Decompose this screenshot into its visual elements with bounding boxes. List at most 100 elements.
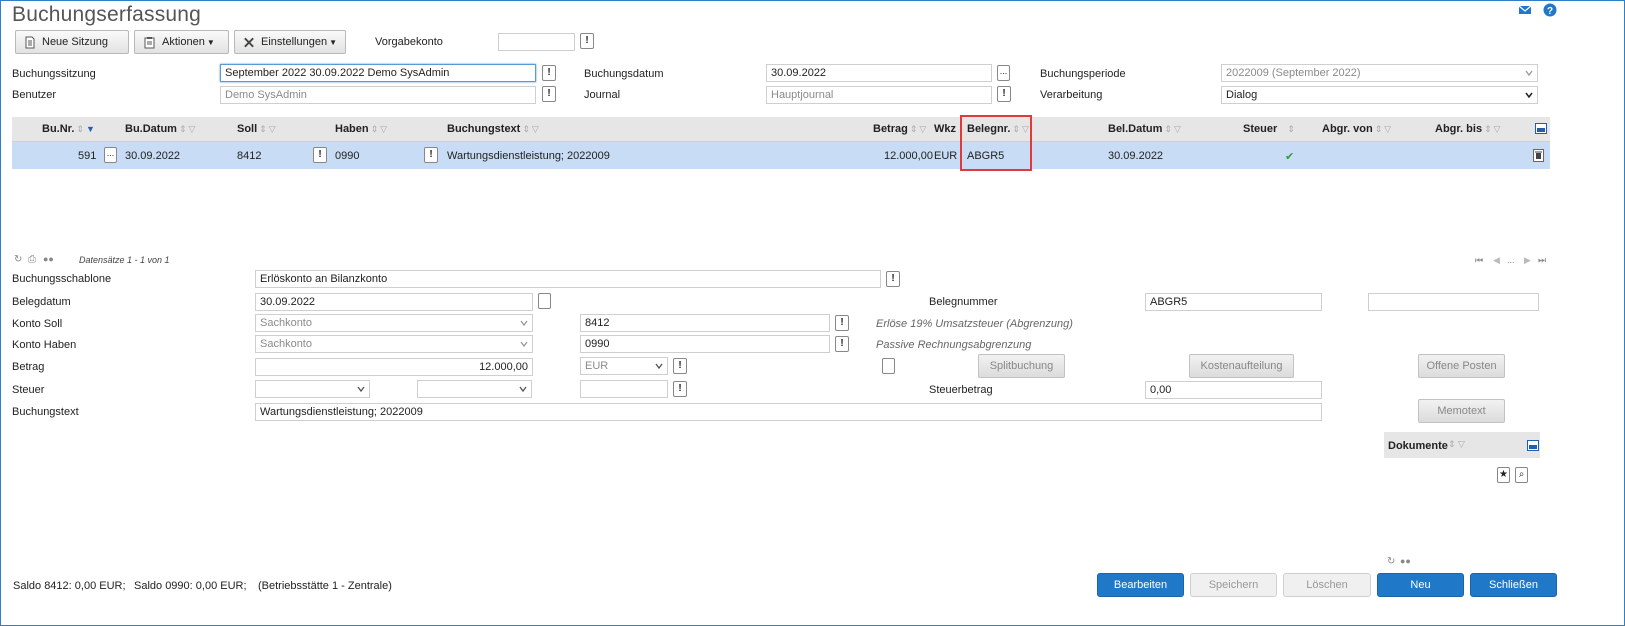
steuerbetrag-input[interactable]: 0,00: [1145, 381, 1322, 399]
memotext-button[interactable]: Memotext: [1418, 399, 1505, 423]
date-picker-button[interactable]: ...: [997, 65, 1010, 81]
buchungssitzung-lookup-button[interactable]: !: [542, 65, 556, 81]
pager-ellipsis[interactable]: ...: [1507, 255, 1515, 265]
journal-lookup-button[interactable]: !: [997, 86, 1011, 102]
actions-button[interactable]: Aktionen ▼: [134, 30, 229, 54]
sort-icon[interactable]: ⇕: [76, 124, 84, 134]
search-icon[interactable]: ⌕: [1515, 467, 1528, 483]
table-row[interactable]: 591 ... 30.09.2022 8412 ! 0990 ! Wartung…: [12, 142, 1550, 169]
settings-dots-icon[interactable]: ●●: [1400, 556, 1411, 566]
sort-icon[interactable]: ⇕: [910, 124, 918, 134]
konto-soll-type-select[interactable]: Sachkonto: [255, 314, 533, 332]
steuer-select-2[interactable]: [417, 380, 532, 398]
steuer-code-input[interactable]: [580, 380, 668, 398]
filter-icon[interactable]: ▽: [269, 124, 276, 134]
sort-icon[interactable]: ⇕: [1164, 124, 1172, 134]
col-abgrvon[interactable]: Abgr. von ⇕ ▽: [1322, 123, 1391, 135]
verarbeitung-select[interactable]: Dialog: [1221, 86, 1538, 104]
sort-icon[interactable]: ⇕: [1448, 439, 1456, 450]
sort-icon[interactable]: ⇕: [1484, 124, 1492, 134]
vorgabekonto-input[interactable]: [498, 33, 575, 51]
buchungsschablone-input[interactable]: Erlöskonto an Bilanzkonto: [255, 270, 881, 288]
col-buchungstext[interactable]: Buchungstext ⇕ ▽: [447, 123, 539, 135]
filter-icon[interactable]: ▽: [532, 124, 539, 134]
betrag-checkbox[interactable]: [882, 358, 895, 374]
col-wkz[interactable]: Wkz: [934, 123, 956, 135]
sort-icon[interactable]: ⇕: [259, 124, 267, 134]
speichern-button[interactable]: Speichern: [1190, 573, 1277, 597]
next-page-icon[interactable]: ▶: [1524, 255, 1531, 266]
steuer-select-1[interactable]: [255, 380, 370, 398]
loeschen-button[interactable]: Löschen: [1283, 573, 1371, 597]
filter-icon[interactable]: ▽: [189, 124, 196, 134]
column-chooser-icon[interactable]: [1535, 123, 1547, 134]
haben-lookup-button[interactable]: !: [424, 147, 438, 163]
buchungstext-input[interactable]: Wartungsdienstleistung; 2022009: [255, 403, 1322, 421]
sort-icon[interactable]: ⇕: [179, 124, 187, 134]
belegnummer-input[interactable]: ABGR5: [1145, 293, 1322, 311]
benutzer-lookup-button[interactable]: !: [542, 86, 556, 102]
settings-dots-icon[interactable]: ●●: [43, 254, 54, 264]
col-haben[interactable]: Haben ⇕ ▽: [335, 123, 387, 135]
col-beldatum[interactable]: Bel.Datum ⇕ ▽: [1108, 123, 1181, 135]
col-steuer[interactable]: Steuer ⇕: [1243, 123, 1295, 135]
buchungsperiode-select[interactable]: 2022009 (September 2022): [1221, 64, 1538, 82]
refresh-icon[interactable]: ↻: [14, 254, 22, 265]
filter-icon[interactable]: ▽: [1458, 439, 1465, 450]
sort-icon[interactable]: ⇕: [522, 124, 530, 134]
currency-lookup-button[interactable]: !: [673, 358, 687, 374]
extra-input[interactable]: [1368, 293, 1539, 311]
col-abgrbis[interactable]: Abgr. bis ⇕ ▽: [1435, 123, 1501, 135]
soll-lookup-button[interactable]: !: [313, 147, 327, 163]
belegdatum-input[interactable]: 30.09.2022: [255, 293, 533, 311]
new-session-button[interactable]: Neue Sitzung: [15, 30, 129, 54]
last-page-icon[interactable]: ⏭: [1538, 255, 1546, 266]
filter-icon[interactable]: ▽: [1174, 124, 1181, 134]
col-betrag[interactable]: Betrag ⇕ ▽: [873, 123, 926, 135]
print-icon[interactable]: ⎙: [28, 254, 36, 265]
sort-icon[interactable]: ⇕: [1375, 124, 1383, 134]
col-soll[interactable]: Soll ⇕ ▽: [237, 123, 276, 135]
filter-icon[interactable]: ▽: [1494, 124, 1501, 134]
belegdatum-picker-button[interactable]: [538, 293, 551, 309]
filter-icon[interactable]: ▽: [380, 124, 387, 134]
journal-input[interactable]: Hauptjournal: [766, 86, 992, 104]
sort-icon[interactable]: ⇕: [371, 124, 379, 134]
column-chooser-icon[interactable]: [1527, 440, 1539, 451]
first-page-icon[interactable]: ⏮: [1475, 255, 1483, 266]
prev-page-icon[interactable]: ◀: [1493, 255, 1500, 266]
currency-select[interactable]: EUR: [580, 357, 668, 375]
sort-icon[interactable]: ⇕: [1287, 124, 1295, 134]
bearbeiten-button[interactable]: Bearbeiten: [1097, 573, 1184, 597]
help-icon[interactable]: ?: [1543, 3, 1557, 17]
betrag-input[interactable]: 12.000,00: [255, 358, 533, 376]
konto-haben-lookup-button[interactable]: !: [835, 336, 849, 352]
delete-row-icon[interactable]: [1533, 149, 1544, 162]
kostenaufteilung-button[interactable]: Kostenaufteilung: [1189, 354, 1294, 378]
filter-active-icon[interactable]: ▼: [86, 124, 95, 134]
konto-soll-lookup-button[interactable]: !: [835, 315, 849, 331]
konto-haben-type-select[interactable]: Sachkonto: [255, 335, 533, 353]
benutzer-input[interactable]: Demo SysAdmin: [220, 86, 536, 104]
schliessen-button[interactable]: Schließen: [1470, 573, 1557, 597]
col-budatum[interactable]: Bu.Datum ⇕ ▽: [125, 123, 195, 135]
buchungssitzung-input[interactable]: September 2022 30.09.2022 Demo SysAdmin: [220, 64, 536, 82]
konto-soll-input[interactable]: 8412: [580, 314, 830, 332]
vorgabekonto-lookup-button[interactable]: !: [580, 33, 594, 49]
konto-haben-input[interactable]: 0990: [580, 335, 830, 353]
buchungsdatum-input[interactable]: 30.09.2022: [766, 64, 992, 82]
steuer-lookup-button[interactable]: !: [673, 381, 687, 397]
offene-posten-button[interactable]: Offene Posten: [1418, 354, 1505, 378]
settings-button[interactable]: Einstellungen ▼: [234, 30, 346, 54]
mail-icon[interactable]: [1518, 3, 1532, 17]
col-bunr[interactable]: Bu.Nr. ⇕ ▼: [42, 123, 95, 135]
splitbuchung-button[interactable]: Splitbuchung: [978, 354, 1065, 378]
star-icon[interactable]: ★: [1497, 467, 1510, 483]
buchungsschablone-lookup-button[interactable]: !: [886, 271, 900, 287]
refresh-icon[interactable]: ↻: [1387, 556, 1395, 567]
filter-icon[interactable]: ▽: [1384, 124, 1391, 134]
neu-button[interactable]: Neu: [1377, 573, 1464, 597]
filter-icon[interactable]: ▽: [919, 124, 926, 134]
cell-wkz: EUR: [934, 150, 958, 162]
row-detail-button[interactable]: ...: [104, 147, 117, 163]
